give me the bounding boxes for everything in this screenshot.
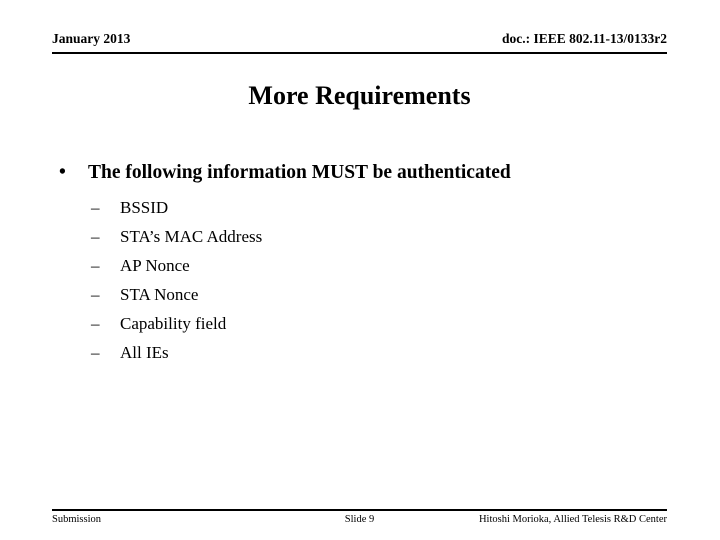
header-document-number: doc.: IEEE 802.11-13/0133r2 xyxy=(501,31,667,46)
footer-author: Hitoshi Morioka, Allied Telesis R&D Cent… xyxy=(478,514,667,525)
bullet-level1: • The following information MUST be auth… xyxy=(52,160,672,186)
bullet-level1-text: The following information MUST be authen… xyxy=(88,162,511,183)
bullet-dot-icon: • xyxy=(59,162,66,183)
bullet-level2-list: – BSSID – STA’s MAC Address – AP Nonce –… xyxy=(52,193,672,367)
dash-icon: – xyxy=(91,343,100,362)
slide-title: More Requirements xyxy=(248,81,471,110)
bullet-level2-capability-field: – Capability field xyxy=(52,309,672,338)
bullet-level2-text: All IEs xyxy=(120,343,169,362)
bullet-level2-text: AP Nonce xyxy=(120,256,190,275)
slide-footer: Submission Slide 9 Hitoshi Morioka, Alli… xyxy=(52,509,667,531)
dash-icon: – xyxy=(91,314,100,333)
slide-header: January 2013 doc.: IEEE 802.11-13/0133r2 xyxy=(52,30,667,54)
bullet-level2-text: Capability field xyxy=(120,314,227,333)
bullet-level2-all-ies: – All IEs xyxy=(52,338,672,367)
dash-icon: – xyxy=(91,256,100,275)
bullet-level2-sta-nonce: – STA Nonce xyxy=(52,280,672,309)
bullet-level2-sta-mac-address: – STA’s MAC Address xyxy=(52,222,672,251)
slide-body: • The following information MUST be auth… xyxy=(52,160,672,367)
dash-icon: – xyxy=(91,198,100,217)
dash-icon: – xyxy=(91,227,100,246)
header-date: January 2013 xyxy=(52,31,131,46)
dash-icon: – xyxy=(91,285,100,304)
bullet-level2-ap-nonce: – AP Nonce xyxy=(52,251,672,280)
bullet-level2-text: BSSID xyxy=(120,198,169,217)
bullet-level2-bssid: – BSSID xyxy=(52,193,672,222)
bullet-level2-text: STA’s MAC Address xyxy=(120,227,263,246)
bullet-level2-text: STA Nonce xyxy=(120,285,199,304)
slide: January 2013 doc.: IEEE 802.11-13/0133r2… xyxy=(0,0,720,540)
